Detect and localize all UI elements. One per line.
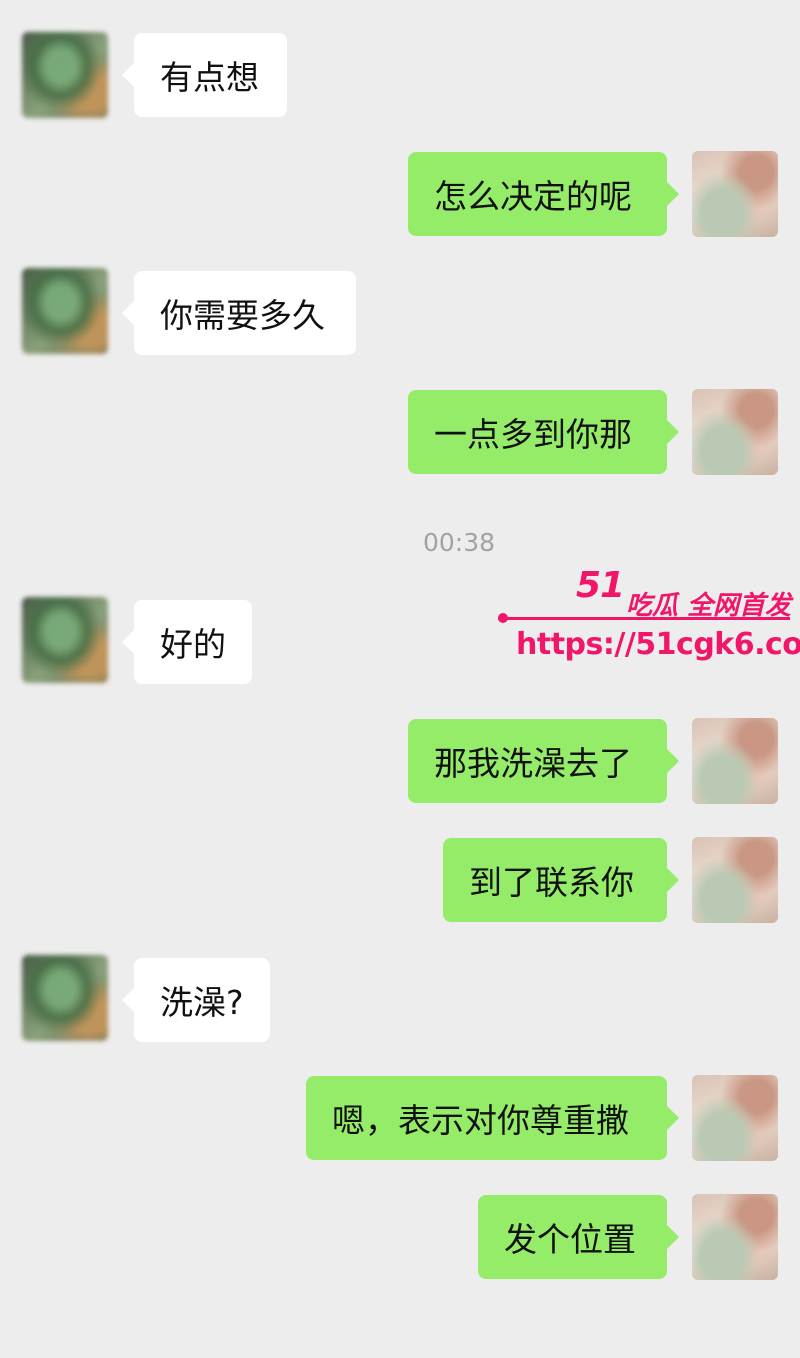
message-bubble-outgoing[interactable]: 怎么决定的呢 — [408, 152, 679, 236]
message-bubble-incoming[interactable]: 你需要多久 — [122, 271, 356, 355]
message-text: 洗澡? — [160, 983, 244, 1022]
watermark-url: https://51cgk6.com — [516, 627, 800, 662]
user-avatar[interactable] — [692, 151, 778, 237]
watermark: 51 吃瓜 全网首发 https://51cgk6.com — [498, 565, 800, 665]
message-text: 发个位置 — [504, 1220, 636, 1259]
user-avatar[interactable] — [692, 389, 778, 475]
message-text: 好的 — [160, 625, 226, 664]
message-text: 怎么决定的呢 — [434, 177, 632, 216]
contact-avatar[interactable] — [22, 268, 108, 354]
watermark-divider — [498, 617, 790, 620]
message-text: 那我洗澡去了 — [434, 744, 632, 783]
user-avatar[interactable] — [692, 718, 778, 804]
contact-avatar[interactable] — [22, 32, 108, 118]
user-avatar[interactable] — [692, 1075, 778, 1161]
message-timestamp: 00:38 — [422, 528, 496, 557]
message-text: 到了联系你 — [469, 863, 634, 902]
message-bubble-outgoing[interactable]: 一点多到你那 — [408, 390, 679, 474]
message-text: 嗯，表示对你尊重撒 — [332, 1101, 629, 1140]
message-bubble-incoming[interactable]: 有点想 — [122, 33, 287, 117]
message-text: 一点多到你那 — [434, 415, 632, 454]
message-text: 有点想 — [160, 58, 259, 97]
watermark-number: 51 — [576, 565, 625, 606]
user-avatar[interactable] — [692, 837, 778, 923]
message-bubble-outgoing[interactable]: 嗯，表示对你尊重撒 — [306, 1076, 679, 1160]
chat-area: 有点想 怎么决定的呢 你需要多久 一点多到你那 00:38 好的 那我洗澡去了 … — [0, 0, 800, 1358]
message-bubble-incoming[interactable]: 好的 — [122, 600, 252, 684]
message-bubble-outgoing[interactable]: 那我洗澡去了 — [408, 719, 679, 803]
message-text: 你需要多久 — [160, 296, 325, 335]
message-bubble-outgoing[interactable]: 到了联系你 — [443, 838, 679, 922]
message-bubble-outgoing[interactable]: 发个位置 — [478, 1195, 679, 1279]
user-avatar[interactable] — [692, 1194, 778, 1280]
message-bubble-incoming[interactable]: 洗澡? — [122, 958, 270, 1042]
contact-avatar[interactable] — [22, 597, 108, 683]
contact-avatar[interactable] — [22, 955, 108, 1041]
